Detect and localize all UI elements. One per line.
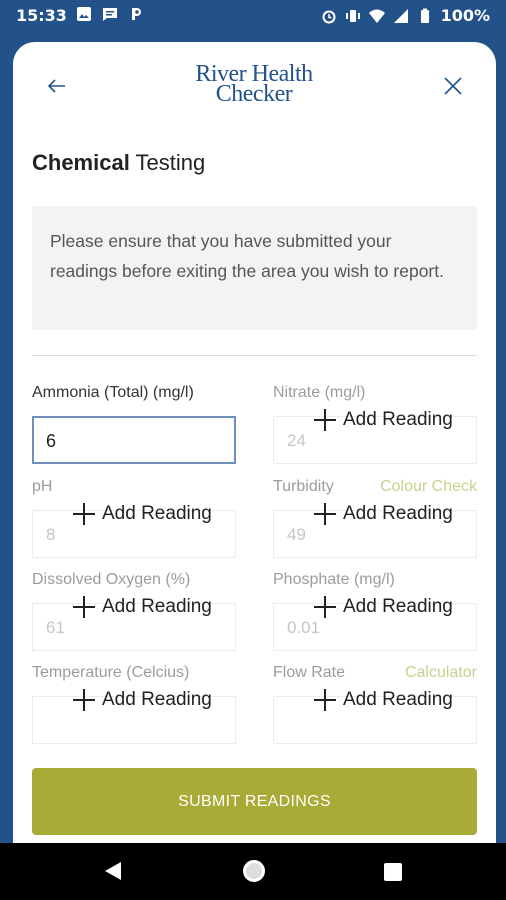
temperature-field: Temperature (Celcius) Add Reading [32, 664, 236, 744]
nav-recent-apps-icon[interactable] [384, 863, 402, 881]
nitrate-label-text: Nitrate (mg/l) [273, 384, 366, 401]
p-app-icon [132, 8, 141, 20]
close-icon [444, 77, 462, 95]
add-reading-label: Add Reading [343, 409, 453, 430]
ph-field: pH 8 Add Reading [32, 478, 236, 558]
phosphate-input[interactable]: 0.01 Add Reading [273, 596, 477, 651]
turbidity-input[interactable]: 49 Add Reading [273, 503, 477, 558]
page-title-bold: Chemical [32, 150, 130, 175]
phosphate-label: Phosphate (mg/l) [273, 571, 477, 593]
plus-icon [73, 503, 95, 525]
android-nav-bar [0, 843, 506, 900]
dissolved-oxygen-placeholder: 61 [46, 618, 65, 637]
flow-rate-label-text: Flow Rate [273, 664, 346, 681]
battery-percent: 100% [440, 6, 490, 25]
page-title-rest: Testing [135, 150, 206, 175]
nitrate-input[interactable]: 24 Add Reading [273, 409, 477, 464]
plus-icon [314, 689, 336, 711]
ph-label-text: pH [32, 478, 53, 495]
flow-rate-field: Flow Rate Calculator Add Reading [273, 664, 477, 744]
nitrate-field: Nitrate (mg/l) 24 Add Reading [273, 384, 477, 464]
ammonia-label: Ammonia (Total) (mg/l) [32, 384, 236, 406]
phosphate-field: Phosphate (mg/l) 0.01 Add Reading [273, 571, 477, 651]
turbidity-placeholder: 49 [287, 525, 306, 544]
dissolved-oxygen-add-reading-button[interactable]: Add Reading [73, 596, 212, 618]
vibrate-icon [345, 9, 360, 22]
dissolved-oxygen-field: Dissolved Oxygen (%) 61 Add Reading [32, 571, 236, 651]
colour-check-link[interactable]: Colour Check [380, 478, 477, 500]
close-button[interactable] [439, 72, 467, 100]
add-reading-label: Add Reading [343, 596, 453, 617]
image-icon [77, 7, 91, 21]
divider [32, 355, 477, 356]
alarm-icon [322, 10, 336, 23]
submission-notice: Please ensure that you have submitted yo… [32, 206, 477, 330]
chemical-testing-card: River Health Checker Chemical Testing Pl… [13, 42, 496, 862]
dissolved-oxygen-input[interactable]: 61 Add Reading [32, 596, 236, 651]
add-reading-label: Add Reading [102, 689, 212, 710]
ammonia-label-text: Ammonia (Total) (mg/l) [32, 384, 194, 401]
turbidity-label-text: Turbidity [273, 478, 334, 495]
notification-icons [76, 6, 144, 22]
add-reading-label: Add Reading [102, 596, 212, 617]
status-bar: 15:33 100% [0, 0, 506, 32]
status-time: 15:33 [16, 6, 67, 25]
message-icon [103, 8, 117, 21]
temperature-add-reading-button[interactable]: Add Reading [73, 689, 212, 711]
add-reading-label: Add Reading [343, 689, 453, 710]
plus-icon [73, 689, 95, 711]
dissolved-oxygen-label: Dissolved Oxygen (%) [32, 571, 236, 593]
phosphate-placeholder: 0.01 [287, 618, 321, 637]
battery-icon [420, 8, 429, 23]
phosphate-label-text: Phosphate (mg/l) [273, 571, 395, 588]
ph-placeholder: 8 [46, 525, 56, 544]
turbidity-add-reading-button[interactable]: Add Reading [314, 503, 453, 525]
submit-readings-button[interactable]: SUBMIT READINGS [32, 768, 477, 835]
flow-rate-input[interactable]: Add Reading [273, 689, 477, 744]
wifi-icon [368, 9, 385, 23]
plus-icon [314, 503, 336, 525]
nav-home-icon[interactable] [243, 860, 265, 882]
dissolved-oxygen-label-text: Dissolved Oxygen (%) [32, 571, 191, 588]
add-reading-label: Add Reading [343, 503, 453, 524]
ammonia-field: Ammonia (Total) (mg/l) 6 [32, 384, 236, 464]
add-reading-label: Add Reading [102, 503, 212, 524]
plus-icon [73, 596, 95, 618]
system-icons: 100% [321, 6, 490, 25]
ammonia-input[interactable]: 6 [32, 416, 236, 464]
plus-icon [314, 409, 336, 431]
temperature-label: Temperature (Celcius) [32, 664, 236, 686]
back-button[interactable] [43, 72, 71, 100]
arrow-left-icon [48, 79, 65, 93]
temperature-label-text: Temperature (Celcius) [32, 664, 190, 681]
ph-input[interactable]: 8 Add Reading [32, 503, 236, 558]
flow-rate-add-reading-button[interactable]: Add Reading [314, 689, 453, 711]
ph-add-reading-button[interactable]: Add Reading [73, 503, 212, 525]
plus-icon [314, 596, 336, 618]
temperature-input[interactable]: Add Reading [32, 689, 236, 744]
logo-line-2: Checker [215, 81, 293, 107]
nav-back-icon[interactable] [104, 861, 122, 881]
turbidity-label: Turbidity Colour Check [273, 478, 477, 500]
calculator-link[interactable]: Calculator [405, 664, 477, 686]
nitrate-label: Nitrate (mg/l) [273, 384, 477, 406]
nitrate-add-reading-button[interactable]: Add Reading [314, 409, 453, 431]
phosphate-add-reading-button[interactable]: Add Reading [314, 596, 453, 618]
river-health-checker-logo: River Health Checker [173, 62, 335, 107]
nitrate-placeholder: 24 [287, 431, 306, 450]
ph-label: pH [32, 478, 236, 500]
flow-rate-label: Flow Rate Calculator [273, 664, 477, 686]
page-title: Chemical Testing [32, 150, 205, 176]
signal-icon [393, 8, 408, 23]
turbidity-field: Turbidity Colour Check 49 Add Reading [273, 478, 477, 558]
